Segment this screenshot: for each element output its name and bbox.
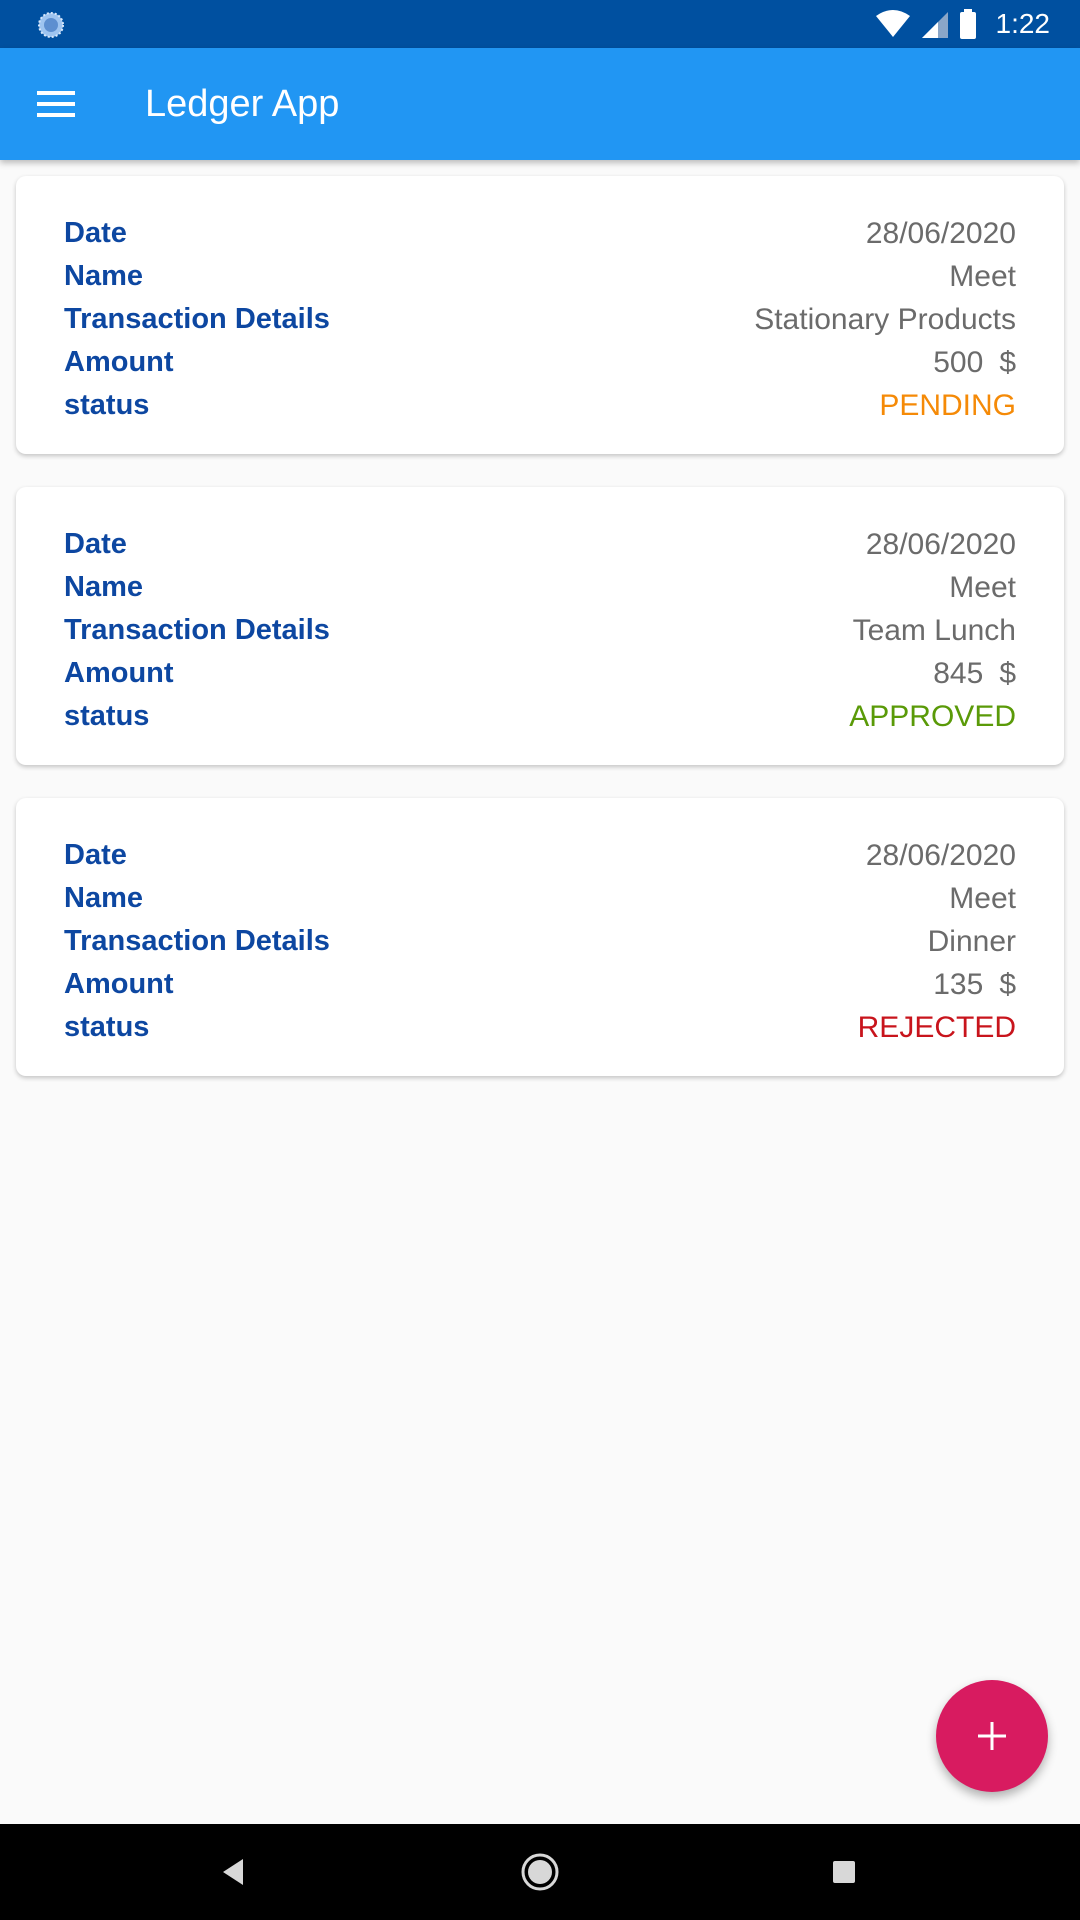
app-title: Ledger App (145, 83, 340, 125)
currency-symbol: $ (999, 656, 1016, 690)
details-value: Dinner (927, 924, 1016, 958)
details-label: Transaction Details (64, 925, 330, 957)
back-triangle-icon (223, 1859, 243, 1885)
amount-row: Amount 135 $ (64, 963, 1016, 1006)
date-label: Date (64, 528, 127, 560)
amount-row: Amount 845 $ (64, 652, 1016, 695)
amount-row: Amount 500 $ (64, 341, 1016, 384)
amount-number: 845 (933, 656, 984, 690)
name-value: Meet (949, 259, 1016, 293)
add-transaction-button[interactable] (936, 1680, 1048, 1792)
transaction-card[interactable]: Date 28/06/2020 Name Meet Transaction De… (16, 176, 1064, 454)
wifi-icon (875, 10, 910, 37)
system-navigation-bar (0, 1824, 1080, 1920)
date-row: Date 28/06/2020 (64, 212, 1016, 255)
name-value: Meet (949, 881, 1016, 915)
status-label: status (64, 389, 150, 421)
date-value: 28/06/2020 (865, 838, 1016, 872)
cellular-signal-icon (921, 12, 948, 38)
status-row: status REJECTED (64, 1006, 1016, 1049)
name-value: Meet (949, 570, 1016, 604)
currency-symbol: $ (999, 967, 1016, 1001)
amount-number: 135 (933, 967, 984, 1001)
transaction-card[interactable]: Date 28/06/2020 Name Meet Transaction De… (16, 487, 1064, 765)
details-row: Transaction Details Team Lunch (64, 609, 1016, 652)
name-row: Name Meet (64, 255, 1016, 298)
name-label: Name (64, 571, 143, 603)
date-label: Date (64, 217, 127, 249)
app-bar: Ledger App (0, 48, 1080, 160)
date-row: Date 28/06/2020 (64, 523, 1016, 566)
amount-label: Amount (64, 346, 174, 378)
details-value: Team Lunch (852, 613, 1016, 647)
status-bar: 1:22 (0, 0, 1080, 48)
menu-button[interactable] (22, 70, 90, 138)
date-value: 28/06/2020 (865, 527, 1016, 561)
back-button[interactable] (210, 1848, 258, 1896)
details-label: Transaction Details (64, 614, 330, 646)
details-label: Transaction Details (64, 303, 330, 335)
status-value: PENDING (879, 388, 1016, 422)
home-button[interactable] (516, 1848, 564, 1896)
transaction-card[interactable]: Date 28/06/2020 Name Meet Transaction De… (16, 798, 1064, 1076)
date-value: 28/06/2020 (865, 216, 1016, 250)
battery-icon (959, 9, 976, 39)
name-label: Name (64, 260, 143, 292)
date-label: Date (64, 839, 127, 871)
name-label: Name (64, 882, 143, 914)
status-row: status APPROVED (64, 695, 1016, 738)
status-label: status (64, 1011, 150, 1043)
amount-label: Amount (64, 968, 174, 1000)
status-value: APPROVED (849, 699, 1016, 733)
status-row: status PENDING (64, 384, 1016, 427)
hamburger-menu-icon (37, 91, 75, 117)
amount-label: Amount (64, 657, 174, 689)
date-row: Date 28/06/2020 (64, 834, 1016, 877)
amount-value: 500 $ (933, 346, 1016, 380)
amount-value: 135 $ (933, 968, 1016, 1002)
status-value: REJECTED (857, 1010, 1016, 1044)
name-row: Name Meet (64, 877, 1016, 920)
recents-button[interactable] (820, 1848, 868, 1896)
details-row: Transaction Details Dinner (64, 920, 1016, 963)
status-label: status (64, 700, 150, 732)
plus-icon (978, 1722, 1006, 1750)
transaction-list: Date 28/06/2020 Name Meet Transaction De… (16, 176, 1064, 1109)
home-circle-icon (521, 1853, 559, 1891)
amount-value: 845 $ (933, 657, 1016, 691)
recents-square-icon (833, 1861, 855, 1883)
currency-symbol: $ (999, 345, 1016, 379)
notification-icon (38, 12, 64, 38)
name-row: Name Meet (64, 566, 1016, 609)
details-value: Stationary Products (754, 302, 1016, 336)
details-row: Transaction Details Stationary Products (64, 298, 1016, 341)
status-time: 1:22 (995, 8, 1051, 39)
amount-number: 500 (933, 345, 984, 379)
